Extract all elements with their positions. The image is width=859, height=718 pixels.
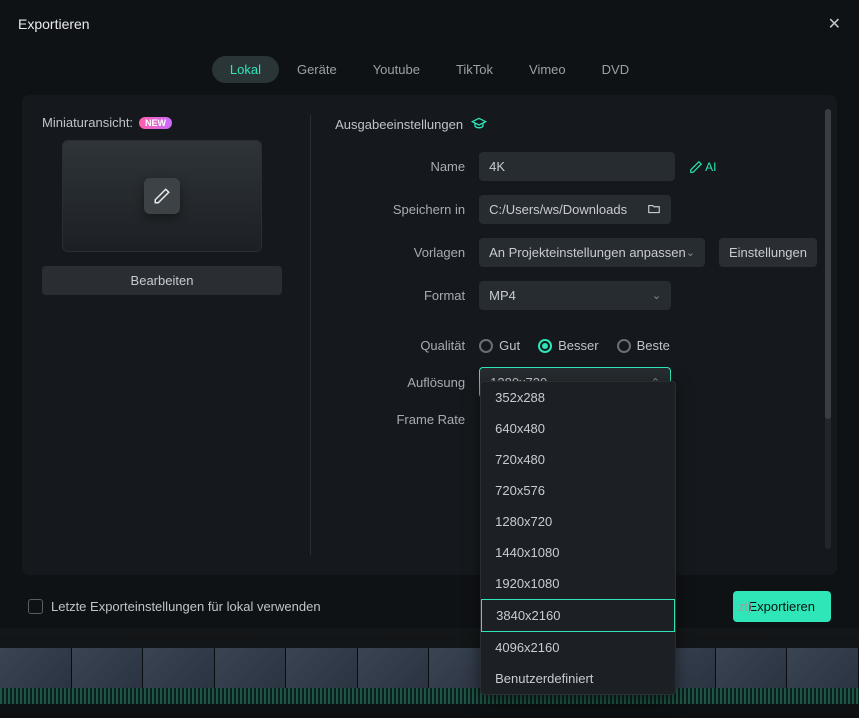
output-settings-title: Ausgabeeinstellungen — [335, 117, 463, 132]
save-label: Speichern in — [335, 202, 465, 217]
timeline-background — [0, 628, 859, 718]
scrollbar-thumb[interactable] — [825, 109, 831, 419]
resolution-option-highlighted[interactable]: 3840x2160 — [481, 599, 675, 632]
last-settings-checkbox[interactable] — [28, 599, 43, 614]
tab-dvd[interactable]: DVD — [584, 56, 647, 83]
template-select[interactable]: An Projekteinstellungen anpassen ⌄ — [479, 238, 705, 267]
thumbnail-label: Miniaturansicht: — [42, 115, 133, 130]
settings-button[interactable]: Einstellungen — [719, 238, 817, 267]
resolution-option[interactable]: 640x480 — [481, 413, 675, 444]
quality-beste-radio[interactable]: Beste — [617, 338, 670, 353]
resolution-option[interactable]: 720x480 — [481, 444, 675, 475]
tab-tiktok[interactable]: TikTok — [438, 56, 511, 83]
save-path-input[interactable] — [479, 195, 671, 224]
last-settings-label: Letzte Exporteinstellungen für lokal ver… — [51, 599, 321, 614]
resolution-option[interactable]: 1920x1080 — [481, 568, 675, 599]
resolution-option[interactable]: Benutzerdefiniert — [481, 663, 675, 694]
tab-youtube[interactable]: Youtube — [355, 56, 438, 83]
format-select[interactable]: MP4 ⌄ — [479, 281, 671, 310]
format-label: Format — [335, 288, 465, 303]
graduation-cap-icon[interactable] — [471, 115, 487, 134]
resolution-option[interactable]: 4096x2160 — [481, 632, 675, 663]
resolution-option[interactable]: 1280x720 — [481, 506, 675, 537]
quality-label: Qualität — [335, 338, 465, 353]
pencil-icon — [144, 178, 180, 214]
framerate-label: Frame Rate — [335, 412, 465, 427]
chevron-down-icon: ⌄ — [652, 289, 661, 302]
thumbnail-preview[interactable] — [62, 140, 262, 252]
quality-gut-radio[interactable]: Gut — [479, 338, 520, 353]
name-label: Name — [335, 159, 465, 174]
resolution-option[interactable]: 352x288 — [481, 382, 675, 413]
edit-thumbnail-button[interactable]: Bearbeiten — [42, 266, 282, 295]
name-input[interactable] — [479, 152, 675, 181]
ai-icon[interactable]: AI — [689, 160, 716, 174]
tab-lokal[interactable]: Lokal — [212, 56, 279, 83]
dialog-title: Exportieren — [18, 16, 90, 32]
template-label: Vorlagen — [335, 245, 465, 260]
folder-icon[interactable] — [647, 201, 661, 218]
tab-vimeo[interactable]: Vimeo — [511, 56, 584, 83]
close-icon[interactable]: ✕ — [828, 14, 841, 34]
resolution-option[interactable]: 1440x1080 — [481, 537, 675, 568]
resolution-option[interactable]: 720x576 — [481, 475, 675, 506]
duration-suffix: zt) — [738, 599, 752, 614]
resolution-label: Auflösung — [335, 375, 465, 390]
main-panel: Miniaturansicht: NEW Bearbeiten Ausgabee… — [22, 95, 837, 575]
scrollbar[interactable] — [825, 109, 831, 549]
quality-besser-radio[interactable]: Besser — [538, 338, 598, 353]
export-tabs: Lokal Geräte Youtube TikTok Vimeo DVD — [0, 48, 859, 95]
new-badge: NEW — [139, 117, 172, 129]
tab-geraete[interactable]: Geräte — [279, 56, 355, 83]
resolution-dropdown: 352x288 640x480 720x480 720x576 1280x720… — [480, 381, 676, 695]
chevron-down-icon: ⌄ — [686, 246, 695, 259]
